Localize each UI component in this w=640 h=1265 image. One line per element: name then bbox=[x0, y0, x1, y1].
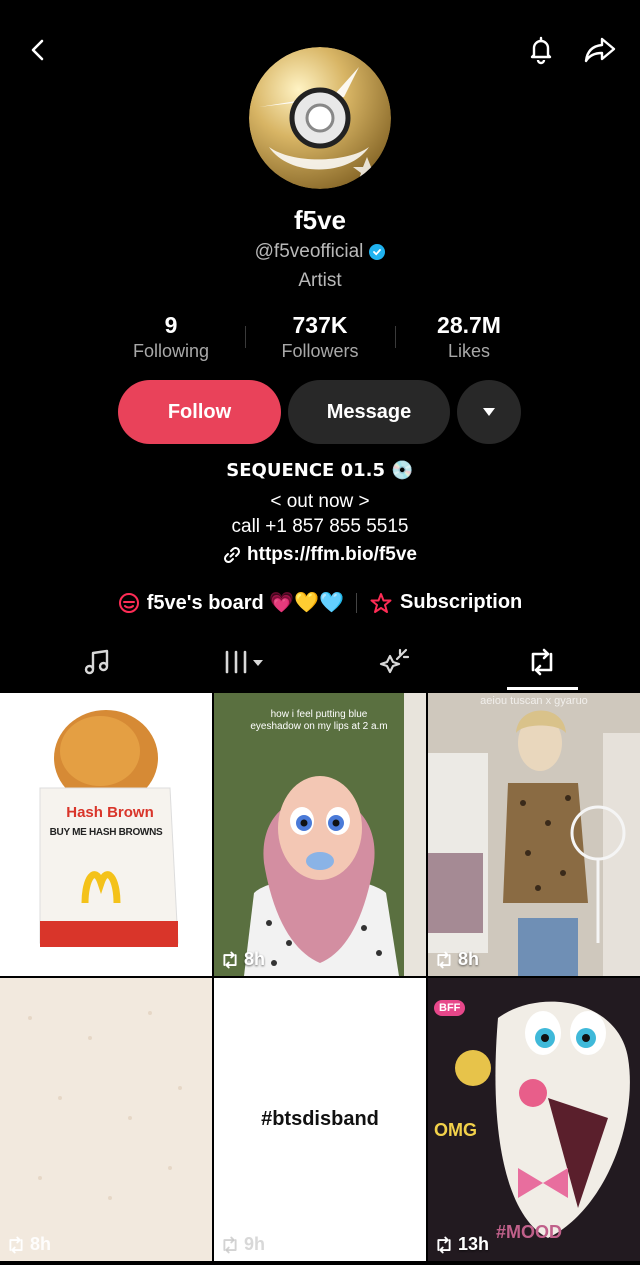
video-tile[interactable]: how i feel putting blue eyeshadow on my … bbox=[214, 693, 426, 976]
profile-tabs bbox=[0, 632, 640, 692]
repost-time: 13h bbox=[434, 1234, 489, 1255]
subscription-star-icon bbox=[370, 592, 392, 613]
sticker-label: OMG bbox=[434, 1120, 477, 1140]
repost-icon bbox=[223, 951, 237, 968]
share-icon[interactable] bbox=[580, 30, 620, 70]
stat-value: 28.7M bbox=[437, 312, 501, 338]
sticker-label: BFF bbox=[434, 1000, 466, 1016]
video-tile[interactable]: 8h bbox=[0, 978, 212, 1261]
links-divider bbox=[356, 592, 358, 613]
bio-line: < out now > bbox=[270, 491, 370, 512]
handle-row: @f5veofficial bbox=[0, 241, 640, 263]
stat-label: Following bbox=[132, 341, 210, 361]
tab-favorites[interactable] bbox=[314, 632, 474, 692]
repost-time: 9h bbox=[220, 1234, 265, 1255]
stat-label: Likes bbox=[447, 341, 491, 361]
video-tile[interactable]: aeiou tuscan x gyaruo 8h bbox=[428, 693, 640, 976]
profile-links-row: f5ve's board 💗💛🩵 Subscription bbox=[0, 590, 640, 615]
time-label: 8h bbox=[30, 1234, 52, 1254]
category-label: Artist bbox=[298, 270, 342, 291]
active-tab-indicator bbox=[507, 687, 578, 690]
repost-time: 8h bbox=[220, 949, 265, 970]
handle: @f5veofficial bbox=[254, 241, 364, 262]
tab-reposts[interactable] bbox=[462, 632, 622, 692]
overlay-caption: BUY ME HASH BROWNS bbox=[49, 827, 163, 838]
link-icon bbox=[223, 546, 241, 564]
time-label: 8h bbox=[30, 949, 52, 969]
time-label: 8h bbox=[244, 949, 266, 969]
bell-icon[interactable] bbox=[521, 30, 561, 70]
repost-icon bbox=[437, 951, 451, 968]
overlay-caption: #btsdisband bbox=[261, 1108, 379, 1130]
avatar[interactable] bbox=[249, 47, 391, 189]
stat-label: Followers bbox=[281, 341, 359, 361]
sparkle-wand-icon bbox=[379, 648, 410, 674]
stat-followers[interactable]: 737K Followers bbox=[245, 312, 395, 362]
repost-icon bbox=[9, 1236, 23, 1253]
time-label: 8h bbox=[458, 949, 480, 969]
repost-time: 8h bbox=[6, 1234, 51, 1255]
bio-line: call +1 857 855 5515 bbox=[231, 516, 409, 537]
message-button[interactable]: Message bbox=[288, 380, 450, 444]
tab-videos[interactable] bbox=[166, 632, 326, 692]
person-room-image bbox=[428, 693, 640, 976]
bio-link[interactable]: https://ffm.bio/f5ve bbox=[0, 544, 640, 566]
board-label: f5ve's board 💗💛🩵 bbox=[146, 592, 345, 614]
repost-icon bbox=[437, 1236, 451, 1253]
display-name: f5ve bbox=[293, 205, 347, 235]
video-tile[interactable]: #btsdisband 9h bbox=[214, 978, 426, 1261]
stat-likes[interactable]: 28.7M Likes bbox=[394, 312, 544, 362]
verified-badge-icon bbox=[369, 244, 386, 260]
repost-time: 8h bbox=[434, 949, 479, 970]
overlay-caption: #MOOD bbox=[496, 1222, 563, 1242]
repost-time: 8h bbox=[6, 949, 51, 970]
stat-following[interactable]: 9 Following bbox=[96, 312, 246, 362]
caret-down-icon bbox=[483, 408, 495, 416]
bio-link-text: https://ffm.bio/f5ve bbox=[247, 544, 417, 565]
packaging-text: Hash Brown bbox=[66, 804, 154, 821]
repost-icon bbox=[531, 648, 553, 676]
person-hijab-image bbox=[214, 693, 426, 976]
more-options-button[interactable] bbox=[457, 380, 521, 444]
overlay-caption: how i feel putting blue eyeshadow on my … bbox=[250, 709, 388, 732]
repost-icon bbox=[223, 1236, 237, 1253]
time-label: 13h bbox=[458, 1234, 490, 1254]
board-icon bbox=[118, 592, 139, 613]
bio-line: SEQUENCE 01.5 💿 bbox=[226, 460, 414, 481]
overlay-caption: aeiou tuscan x gyaruo bbox=[480, 695, 588, 707]
texture-image bbox=[0, 978, 212, 1261]
music-note-icon bbox=[84, 649, 109, 675]
follow-button[interactable]: Follow bbox=[118, 380, 281, 444]
board-link[interactable]: f5ve's board 💗💛🩵 bbox=[118, 590, 344, 615]
subscription-label: Subscription bbox=[400, 591, 523, 613]
tab-music[interactable] bbox=[17, 632, 177, 692]
video-tile[interactable]: BFF OMG #MOOD 13h bbox=[428, 978, 640, 1261]
video-tile[interactable]: Hash Brown BUY ME HASH BROWNS 8h bbox=[0, 693, 212, 976]
back-icon[interactable] bbox=[18, 30, 58, 70]
stat-value: 9 bbox=[164, 312, 178, 338]
stat-value: 737K bbox=[292, 312, 348, 338]
repost-icon bbox=[9, 951, 23, 968]
time-label: 9h bbox=[244, 1234, 266, 1254]
subscription-link[interactable]: Subscription bbox=[369, 591, 522, 614]
grid-columns-icon bbox=[225, 650, 263, 674]
